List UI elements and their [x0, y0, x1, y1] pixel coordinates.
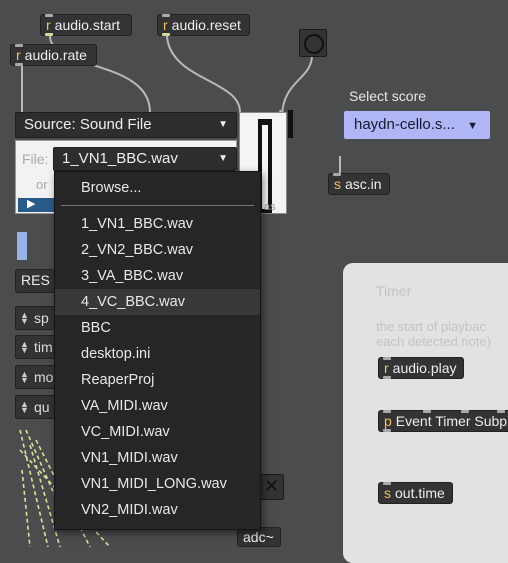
dropdown-item[interactable]: desktop.ini [55, 341, 260, 367]
select-score-label: Select score [349, 88, 427, 104]
r-audio-reset-object[interactable]: r audio.reset [157, 14, 250, 36]
dropdown-item[interactable]: VN1_MIDI_LONG.wav [55, 471, 260, 497]
s-out-time-object[interactable]: s out.time [378, 482, 453, 504]
file-dropdown-list[interactable]: Browse... 1_VN1_BBC.wav 2_VN2_BBC.wav 3_… [54, 171, 261, 530]
dropdown-item[interactable]: VC_MIDI.wav [55, 419, 260, 445]
dropdown-item[interactable]: VA_MIDI.wav [55, 393, 260, 419]
dropdown-item[interactable]: 1_VN1_BBC.wav [55, 211, 260, 237]
r-audio-start-object[interactable]: r audio.start [40, 14, 132, 36]
play-toggle-button[interactable] [299, 29, 327, 57]
dropdown-item[interactable]: BBC [55, 315, 260, 341]
triangle-down-icon: ▼ [218, 153, 228, 164]
triangle-down-icon: ▼ [218, 119, 228, 130]
r-audio-play-object[interactable]: r audio.play [378, 357, 464, 379]
close-toggle-button[interactable]: ✕ [258, 474, 284, 500]
arrows-icon: ▲ ▼ [20, 369, 29, 385]
dropdown-item[interactable]: 2_VN2_BBC.wav [55, 237, 260, 263]
circle-icon [304, 34, 324, 54]
dropdown-separator [61, 205, 254, 206]
reset-button[interactable]: RES [15, 269, 55, 293]
s-asc-in-object[interactable]: s asc.in [328, 173, 390, 195]
playbar-icon[interactable]: ▶ [18, 198, 56, 212]
level-meter [17, 232, 27, 260]
arrows-icon: ▲ ▼ [20, 399, 29, 415]
r-audio-rate-object[interactable]: r audio.rate [10, 44, 97, 66]
dropdown-item-highlighted[interactable]: 4_VC_BBC.wav [55, 289, 260, 315]
dropdown-item[interactable]: VN2_MIDI.wav [55, 497, 260, 523]
dropdown-item[interactable]: 3_VA_BBC.wav [55, 263, 260, 289]
p-event-timer-subpatch[interactable]: p Event Timer Subp [378, 410, 508, 432]
close-icon: ✕ [264, 476, 280, 496]
file-menu[interactable]: 1_VN1_BBC.wav ▼ [53, 147, 237, 171]
dropdown-item[interactable]: ReaperProj [55, 367, 260, 393]
triangle-down-icon: ▼ [467, 120, 478, 132]
dropdown-browse-item[interactable]: Browse... [55, 175, 260, 201]
arrows-icon: ▲ ▼ [20, 339, 29, 355]
adc-object[interactable]: adc~ [237, 527, 281, 547]
arrows-icon: ▲ ▼ [20, 310, 29, 326]
score-menu[interactable]: haydn-cello.s... ▼ [344, 111, 490, 139]
dropdown-item[interactable]: VN1_MIDI.wav [55, 445, 260, 471]
source-menu[interactable]: Source: Sound File ▼ [15, 112, 237, 138]
